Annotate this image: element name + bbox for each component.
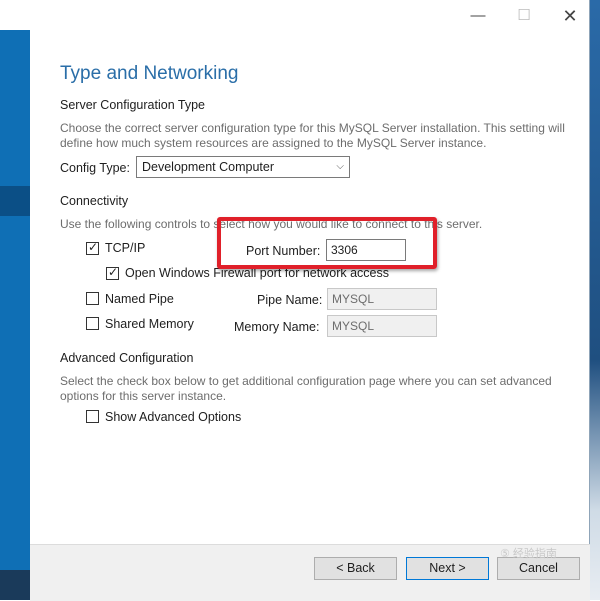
named-pipe-label: Named Pipe bbox=[105, 292, 174, 306]
tcpip-label: TCP/IP bbox=[105, 241, 146, 255]
shared-memory-label: Shared Memory bbox=[105, 317, 194, 331]
watermark: ⑤ 经验指南 bbox=[500, 548, 557, 560]
config-type-label: Config Type: bbox=[60, 161, 130, 175]
next-button[interactable]: Next > bbox=[406, 557, 489, 580]
sidebar-selected-item[interactable] bbox=[0, 186, 30, 216]
check-icon: ✓ bbox=[88, 240, 99, 254]
memory-name-label: Memory Name: bbox=[234, 320, 320, 334]
named-pipe-checkbox[interactable] bbox=[86, 292, 99, 305]
desktop-background-right bbox=[590, 0, 600, 600]
desktop-background bbox=[0, 570, 30, 600]
close-icon[interactable]: ✕ bbox=[558, 4, 582, 28]
server-config-section-title: Server Configuration Type bbox=[60, 98, 205, 112]
back-button[interactable]: < Back bbox=[314, 557, 397, 580]
configuration-dialog: — ☐ ✕ Type and Networking Server Configu… bbox=[30, 0, 590, 601]
shared-memory-checkbox[interactable] bbox=[86, 317, 99, 330]
minimize-icon[interactable]: — bbox=[466, 4, 490, 28]
maximize-icon[interactable]: ☐ bbox=[512, 4, 536, 28]
memory-name-input[interactable]: MYSQL bbox=[327, 315, 437, 337]
chevron-down-icon: ⌵ bbox=[336, 161, 344, 172]
server-config-description: Choose the correct server configuration … bbox=[60, 121, 565, 150]
show-advanced-label: Show Advanced Options bbox=[105, 410, 242, 424]
pipe-name-input[interactable]: MYSQL bbox=[327, 288, 437, 310]
advanced-description: Select the check box below to get additi… bbox=[60, 374, 552, 403]
page-title: Type and Networking bbox=[60, 63, 239, 84]
check-icon: ✓ bbox=[108, 265, 119, 279]
tcpip-checkbox[interactable]: ✓ bbox=[86, 240, 99, 255]
pipe-name-label: Pipe Name: bbox=[257, 293, 323, 307]
config-type-value: Development Computer bbox=[142, 160, 275, 174]
sidebar-strip bbox=[0, 30, 30, 570]
config-type-select[interactable]: Development Computer ⌵ bbox=[136, 156, 350, 178]
connectivity-section-title: Connectivity bbox=[60, 194, 129, 208]
advanced-section-title: Advanced Configuration bbox=[60, 351, 194, 365]
dialog-footer: < Back Next > Cancel ⑤ 经验指南 bbox=[30, 544, 590, 601]
port-number-highlight bbox=[217, 217, 437, 269]
show-advanced-checkbox[interactable] bbox=[86, 410, 99, 423]
firewall-checkbox[interactable]: ✓ bbox=[106, 265, 119, 280]
